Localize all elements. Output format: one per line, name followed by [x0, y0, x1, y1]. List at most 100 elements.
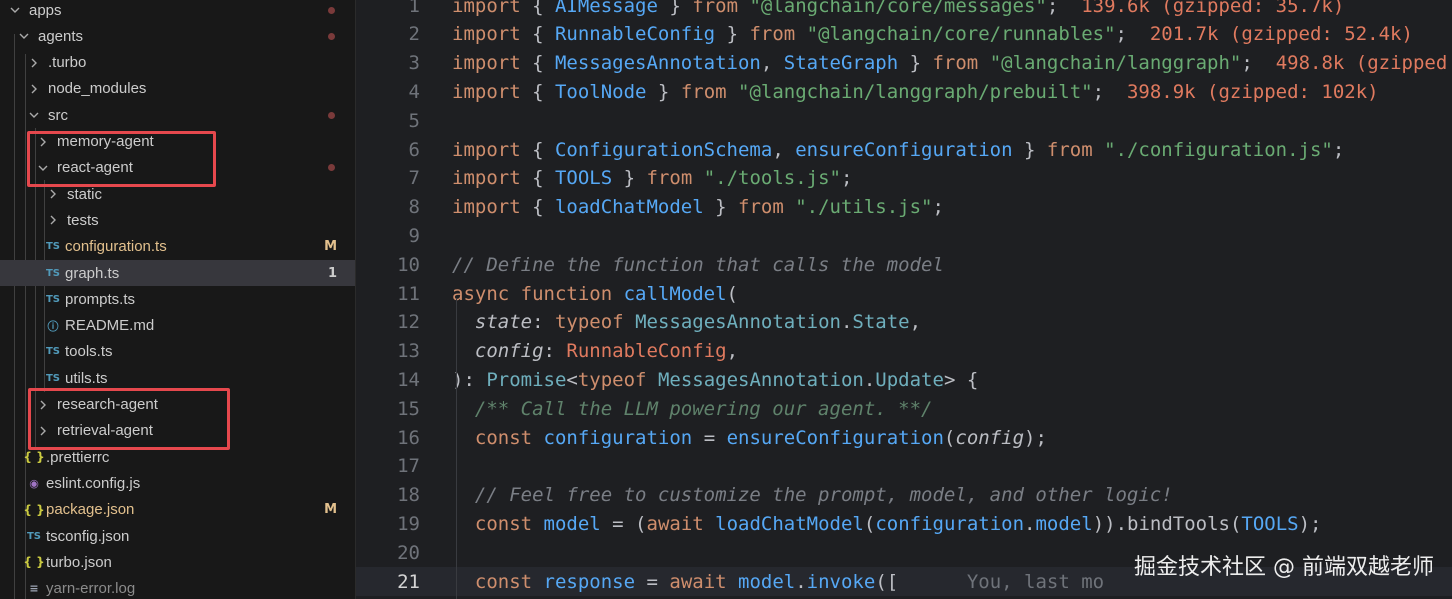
code-token: { — [520, 138, 555, 161]
chevron-down-icon[interactable] — [28, 109, 40, 121]
code-text: import { TOOLS } from "./tools.js"; — [452, 167, 852, 189]
code-line[interactable]: 4 import { ToolNode } from "@langchain/la… — [356, 77, 1452, 106]
tree-item-research-agent[interactable]: research-agent — [0, 392, 355, 418]
code-line[interactable]: 8 import { loadChatModel } from "./utils.… — [356, 193, 1452, 222]
code-text: import { ToolNode } from "@langchain/lan… — [452, 81, 1379, 103]
code-line[interactable]: 2 import { RunnableConfig } from "@langch… — [356, 20, 1452, 49]
code-token: MessagesAnnotation — [657, 368, 864, 391]
json-file-icon: { } — [23, 555, 45, 570]
code-line[interactable]: 1 import { AIMessage } from "@langchain/c… — [356, 0, 1452, 20]
tree-item-memory-agent[interactable]: memory-agent — [0, 129, 355, 155]
change-dot-icon — [328, 32, 335, 40]
tree-item-apps[interactable]: apps — [0, 0, 355, 23]
chevron-right-icon[interactable] — [47, 214, 59, 226]
code-token: Update — [875, 368, 944, 391]
code-token: from — [646, 167, 693, 190]
code-token: ): — [452, 368, 487, 391]
chevron-right-icon[interactable] — [37, 136, 49, 148]
modified-badge: M — [324, 239, 337, 255]
code-line[interactable]: 3 import { MessagesAnnotation, StateGraph… — [356, 49, 1452, 78]
chevron-right-icon[interactable] — [37, 425, 49, 437]
tree-item-label: configuration.ts — [65, 238, 167, 256]
chevron-right-icon[interactable] — [47, 188, 59, 200]
code-token: ( — [943, 426, 956, 449]
tree-item-prompts-ts[interactable]: TS prompts.ts — [0, 286, 355, 312]
tree-item-agents[interactable]: agents — [0, 23, 355, 49]
code-line[interactable]: 6 import { ConfigurationSchema, ensureCon… — [356, 135, 1452, 164]
chevron-right-icon[interactable] — [28, 83, 40, 95]
code-token: loadChatModel — [715, 512, 864, 535]
code-token: ( — [726, 282, 738, 305]
code-line[interactable]: 13 config: RunnableConfig, — [356, 337, 1452, 366]
line-number: 6 — [408, 138, 420, 161]
code-line[interactable]: 14): Promise<typeof MessagesAnnotation.U… — [356, 365, 1452, 394]
tree-item-node-modules[interactable]: node_modules — [0, 76, 355, 102]
tree-item-react-agent[interactable]: react-agent — [0, 155, 355, 181]
info-file-icon: ⓘ — [47, 319, 59, 333]
code-line[interactable]: 7 import { TOOLS } from "./tools.js"; — [356, 164, 1452, 193]
code-token: } — [898, 52, 933, 75]
chevron-down-icon[interactable] — [9, 4, 21, 16]
tree-item-tests[interactable]: tests — [0, 207, 355, 233]
code-token: } — [612, 167, 647, 190]
tree-item-eslint-config-js[interactable]: ◉ eslint.config.js — [0, 470, 355, 496]
code-token: = — [635, 570, 670, 593]
tree-item--turbo[interactable]: .turbo — [0, 50, 355, 76]
code-token: ensureConfiguration — [795, 138, 1013, 161]
code-token: ); — [1298, 512, 1322, 535]
tree-item-tsconfig-json[interactable]: TS tsconfig.json — [0, 523, 355, 549]
code-editor[interactable]: 1 import { AIMessage } from "@langchain/c… — [356, 0, 1452, 599]
code-token: "@langchain/langgraph/prebuilt" — [726, 80, 1093, 103]
code-text: import { loadChatModel } from "./utils.j… — [452, 196, 944, 218]
tree-item-utils-ts[interactable]: TS utils.ts — [0, 365, 355, 391]
log-file-icon: ≡ — [29, 582, 39, 596]
tree-item-tools-ts[interactable]: TS tools.ts — [0, 339, 355, 365]
code-token: , — [909, 311, 922, 334]
code-token: ; — [1092, 80, 1127, 103]
code-token: } — [715, 23, 750, 46]
chevron-right-icon[interactable] — [37, 399, 49, 411]
line-number: 16 — [397, 426, 420, 449]
code-text: // Define the function that calls the mo… — [452, 254, 944, 276]
code-line[interactable]: 11 async function callModel( — [356, 279, 1452, 308]
tree-item-readme-md[interactable]: ⓘ README.md — [0, 313, 355, 339]
code-line[interactable]: 16 const configuration = ensureConfigura… — [356, 423, 1452, 452]
code-line[interactable]: 15 /** Call the LLM powering our agent. … — [356, 394, 1452, 423]
chevron-down-icon[interactable] — [18, 30, 30, 42]
tree-item-configuration-ts[interactable]: TS configuration.ts M — [0, 234, 355, 260]
tree-item--prettierrc[interactable]: { } .prettierrc — [0, 444, 355, 470]
code-text: const configuration = ensureConfiguratio… — [452, 427, 1047, 449]
tree-item-package-json[interactable]: { } package.json M — [0, 497, 355, 523]
tree-item-graph-ts[interactable]: TS graph.ts 1 — [0, 260, 355, 286]
chevron-down-icon[interactable] — [37, 162, 49, 174]
code-line[interactable]: 5 — [356, 106, 1452, 135]
code-token: from — [932, 52, 979, 75]
code-token: { — [520, 80, 555, 103]
code-line[interactable]: 12 state: typeof MessagesAnnotation.Stat… — [356, 308, 1452, 337]
code-line[interactable]: 17 — [356, 452, 1452, 481]
code-token: 398.9k (gzipped: 102k) — [1126, 80, 1379, 103]
code-line[interactable]: 18 // Feel free to customize the prompt,… — [356, 481, 1452, 510]
code-token: "./utils.js" — [783, 196, 933, 219]
code-line[interactable]: 19 const model = (await loadChatModel(co… — [356, 509, 1452, 538]
tree-item-src[interactable]: src — [0, 102, 355, 128]
tree-item-yarn-error-log[interactable]: ≡ yarn-error.log — [0, 576, 355, 599]
code-token: import — [452, 0, 521, 17]
tree-item-turbo-json[interactable]: { } turbo.json — [0, 549, 355, 575]
code-token: : — [532, 311, 555, 334]
code-token: typeof — [554, 311, 636, 334]
tree-item-label: tests — [67, 211, 99, 229]
code-token: < — [566, 368, 578, 391]
tree-item-retrieval-agent[interactable]: retrieval-agent — [0, 418, 355, 444]
line-number: 7 — [408, 167, 420, 190]
code-token: > { — [943, 368, 979, 391]
chevron-right-icon[interactable] — [28, 57, 40, 69]
code-token: } — [657, 0, 693, 17]
code-line[interactable]: 10 // Define the function that calls the … — [356, 250, 1452, 279]
line-number: 1 — [408, 0, 420, 17]
tree-item-static[interactable]: static — [0, 181, 355, 207]
line-number: 17 — [397, 455, 420, 478]
code-token: TOOLS — [1241, 512, 1299, 535]
code-line[interactable]: 9 — [356, 221, 1452, 250]
code-token: "./configuration.js" — [1092, 138, 1333, 161]
